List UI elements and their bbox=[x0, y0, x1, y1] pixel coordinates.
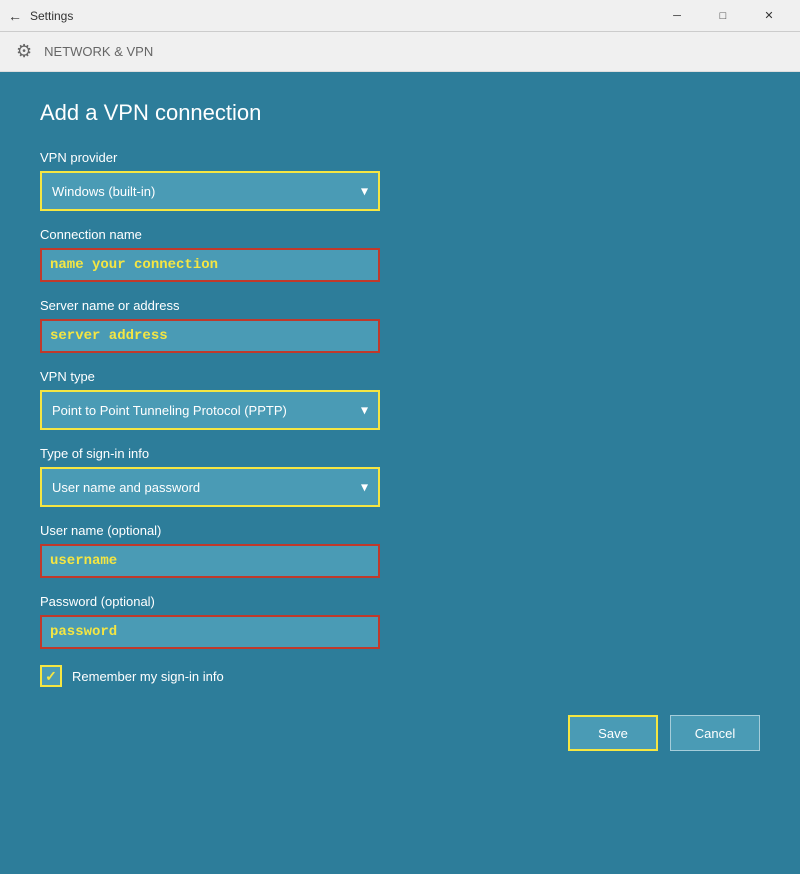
username-label: User name (optional) bbox=[40, 523, 760, 538]
checkbox-check-icon: ✓ bbox=[45, 668, 57, 685]
title-bar: ← Settings ─ □ ✕ bbox=[0, 0, 800, 32]
back-arrow-icon[interactable]: ← bbox=[8, 8, 22, 24]
save-button[interactable]: Save bbox=[568, 715, 658, 751]
server-name-group: Server name or address bbox=[40, 298, 760, 353]
title-bar-left: ← Settings bbox=[8, 8, 73, 24]
server-name-label: Server name or address bbox=[40, 298, 760, 313]
remember-row: ✓ Remember my sign-in info bbox=[40, 665, 760, 687]
username-group: User name (optional) bbox=[40, 523, 760, 578]
remember-label: Remember my sign-in info bbox=[72, 669, 224, 684]
maximize-button[interactable]: □ bbox=[700, 0, 746, 32]
vpn-type-dropdown-container[interactable]: Point to Point Tunneling Protocol (PPTP)… bbox=[40, 390, 380, 430]
sign-in-type-select[interactable]: User name and password Smart card One-ti… bbox=[42, 469, 378, 505]
title-bar-title: Settings bbox=[30, 9, 73, 23]
vpn-type-label: VPN type bbox=[40, 369, 760, 384]
vpn-provider-dropdown-container[interactable]: Windows (built-in) Other bbox=[40, 171, 380, 211]
username-input[interactable] bbox=[40, 544, 380, 578]
password-group: Password (optional) bbox=[40, 594, 760, 649]
buttons-row: Save Cancel bbox=[40, 715, 760, 751]
server-name-input[interactable] bbox=[40, 319, 380, 353]
connection-name-label: Connection name bbox=[40, 227, 760, 242]
sign-in-type-group: Type of sign-in info User name and passw… bbox=[40, 446, 760, 507]
vpn-type-select[interactable]: Point to Point Tunneling Protocol (PPTP)… bbox=[42, 392, 378, 428]
minimize-button[interactable]: ─ bbox=[654, 0, 700, 32]
vpn-provider-label: VPN provider bbox=[40, 150, 760, 165]
connection-name-input[interactable] bbox=[40, 248, 380, 282]
close-button[interactable]: ✕ bbox=[746, 0, 792, 32]
cancel-button[interactable]: Cancel bbox=[670, 715, 760, 751]
password-label: Password (optional) bbox=[40, 594, 760, 609]
connection-name-group: Connection name bbox=[40, 227, 760, 282]
settings-header-title: NETWORK & VPN bbox=[44, 44, 153, 59]
remember-checkbox[interactable]: ✓ bbox=[40, 665, 62, 687]
page-title: Add a VPN connection bbox=[40, 100, 760, 126]
password-input[interactable] bbox=[40, 615, 380, 649]
settings-gear-icon: ⚙ bbox=[16, 41, 32, 62]
vpn-type-group: VPN type Point to Point Tunneling Protoc… bbox=[40, 369, 760, 430]
sign-in-type-dropdown-container[interactable]: User name and password Smart card One-ti… bbox=[40, 467, 380, 507]
vpn-provider-select[interactable]: Windows (built-in) Other bbox=[42, 173, 378, 209]
vpn-provider-group: VPN provider Windows (built-in) Other bbox=[40, 150, 760, 211]
main-content: Add a VPN connection VPN provider Window… bbox=[0, 72, 800, 874]
sign-in-type-label: Type of sign-in info bbox=[40, 446, 760, 461]
settings-header-row: ⚙ NETWORK & VPN bbox=[0, 32, 800, 72]
title-bar-controls: ─ □ ✕ bbox=[654, 0, 792, 32]
